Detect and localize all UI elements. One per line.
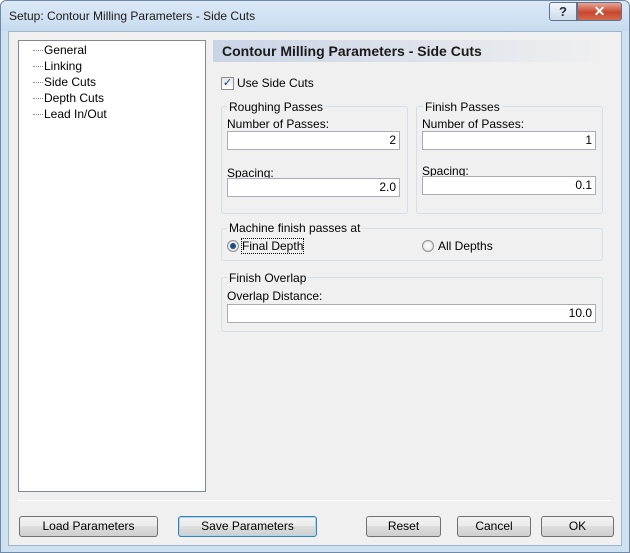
section-tree[interactable]: General Linking Side Cuts Depth Cuts Lea…: [18, 40, 206, 492]
overlap-distance-field[interactable]: 10.0: [227, 304, 596, 323]
checkmark-icon: ✓: [222, 77, 233, 89]
dialog-window: Setup: Contour Milling Parameters - Side…: [0, 0, 630, 553]
ok-button[interactable]: OK: [541, 516, 614, 537]
finish-spacing-field[interactable]: 0.1: [422, 176, 596, 195]
finish-passes-count-label: Number of Passes:: [422, 117, 525, 131]
reset-button[interactable]: Reset: [366, 516, 441, 537]
tree-item-label: General: [44, 43, 87, 57]
tree-connector: [33, 66, 43, 67]
close-button[interactable]: ✕: [577, 2, 622, 21]
roughing-passes-count-label: Number of Passes:: [227, 117, 330, 131]
roughing-passes-count-field[interactable]: 2: [227, 131, 400, 150]
window-title: Setup: Contour Milling Parameters - Side…: [9, 9, 256, 23]
roughing-passes-title: Roughing Passes: [227, 100, 326, 114]
tree-item-label: Lead In/Out: [44, 107, 107, 121]
machine-finish-title: Machine finish passes at: [227, 221, 363, 235]
panel-title: Contour Milling Parameters - Side Cuts: [213, 40, 609, 62]
finish-passes-title: Finish Passes: [423, 100, 502, 114]
tree-connector: [33, 98, 43, 99]
help-button[interactable]: ?: [549, 2, 577, 21]
all-depths-radio[interactable]: [422, 240, 434, 252]
dialog-body: General Linking Side Cuts Depth Cuts Lea…: [8, 31, 622, 546]
tree-item-label: Depth Cuts: [44, 91, 105, 105]
tree-connector: [33, 114, 43, 115]
footer-separator: [18, 500, 610, 501]
overlap-distance-label: Overlap Distance:: [227, 289, 323, 303]
cancel-button[interactable]: Cancel: [457, 516, 531, 537]
all-depths-label[interactable]: All Depths: [438, 239, 493, 253]
finish-passes-count-field[interactable]: 1: [422, 131, 596, 150]
help-icon: ?: [559, 4, 567, 19]
load-parameters-button[interactable]: Load Parameters: [19, 516, 158, 537]
close-icon: ✕: [593, 3, 606, 19]
use-side-cuts-checkbox[interactable]: ✓: [221, 77, 234, 90]
final-depth-radio[interactable]: [227, 240, 239, 252]
use-side-cuts-label[interactable]: Use Side Cuts: [237, 76, 314, 90]
title-bar[interactable]: Setup: Contour Milling Parameters - Side…: [1, 1, 629, 31]
roughing-spacing-field[interactable]: 2.0: [227, 178, 400, 197]
finish-overlap-title: Finish Overlap: [227, 271, 309, 285]
tree-connector: [33, 50, 43, 51]
final-depth-label[interactable]: Final Depth: [240, 238, 305, 254]
tree-item-label: Side Cuts: [44, 75, 97, 89]
tree-item-label: Linking: [44, 59, 83, 73]
tree-connector: [33, 82, 43, 83]
save-parameters-button[interactable]: Save Parameters: [178, 516, 317, 537]
